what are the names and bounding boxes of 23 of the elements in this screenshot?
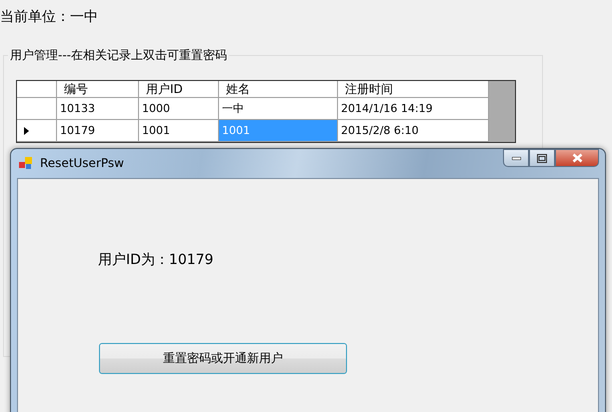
close-icon xyxy=(572,153,582,163)
current-row-icon xyxy=(24,126,29,134)
minimize-button[interactable] xyxy=(503,149,529,167)
window-title: ResetUserPsw xyxy=(40,156,124,170)
user-id-label: 用户ID为：10179 xyxy=(98,251,214,269)
table-cell[interactable]: 10133 xyxy=(57,98,139,120)
table-cell[interactable]: 10179 xyxy=(57,120,139,142)
column-header[interactable]: 用户ID xyxy=(139,81,219,98)
maximize-button[interactable] xyxy=(529,149,555,167)
minimize-icon xyxy=(512,156,520,160)
row-header[interactable] xyxy=(17,120,57,142)
reset-password-button[interactable]: 重置密码或开通新用户 xyxy=(99,343,347,374)
column-header[interactable]: 注册时间 xyxy=(338,81,489,98)
maximize-icon xyxy=(537,154,547,162)
table-cell[interactable]: 2015/2/8 6:10 xyxy=(338,120,489,142)
column-header[interactable]: 姓名 xyxy=(219,81,338,98)
column-header[interactable]: 编号 xyxy=(57,81,139,98)
unit-label: 当前单位：一中 xyxy=(0,8,99,27)
close-button[interactable] xyxy=(555,149,599,167)
table-cell[interactable]: 1000 xyxy=(139,98,219,120)
app-icon xyxy=(19,156,33,170)
table-cell[interactable]: 2014/1/16 14:19 xyxy=(338,98,489,120)
group-title: 用户管理---在相关记录上双击可重置密码 xyxy=(8,47,229,64)
